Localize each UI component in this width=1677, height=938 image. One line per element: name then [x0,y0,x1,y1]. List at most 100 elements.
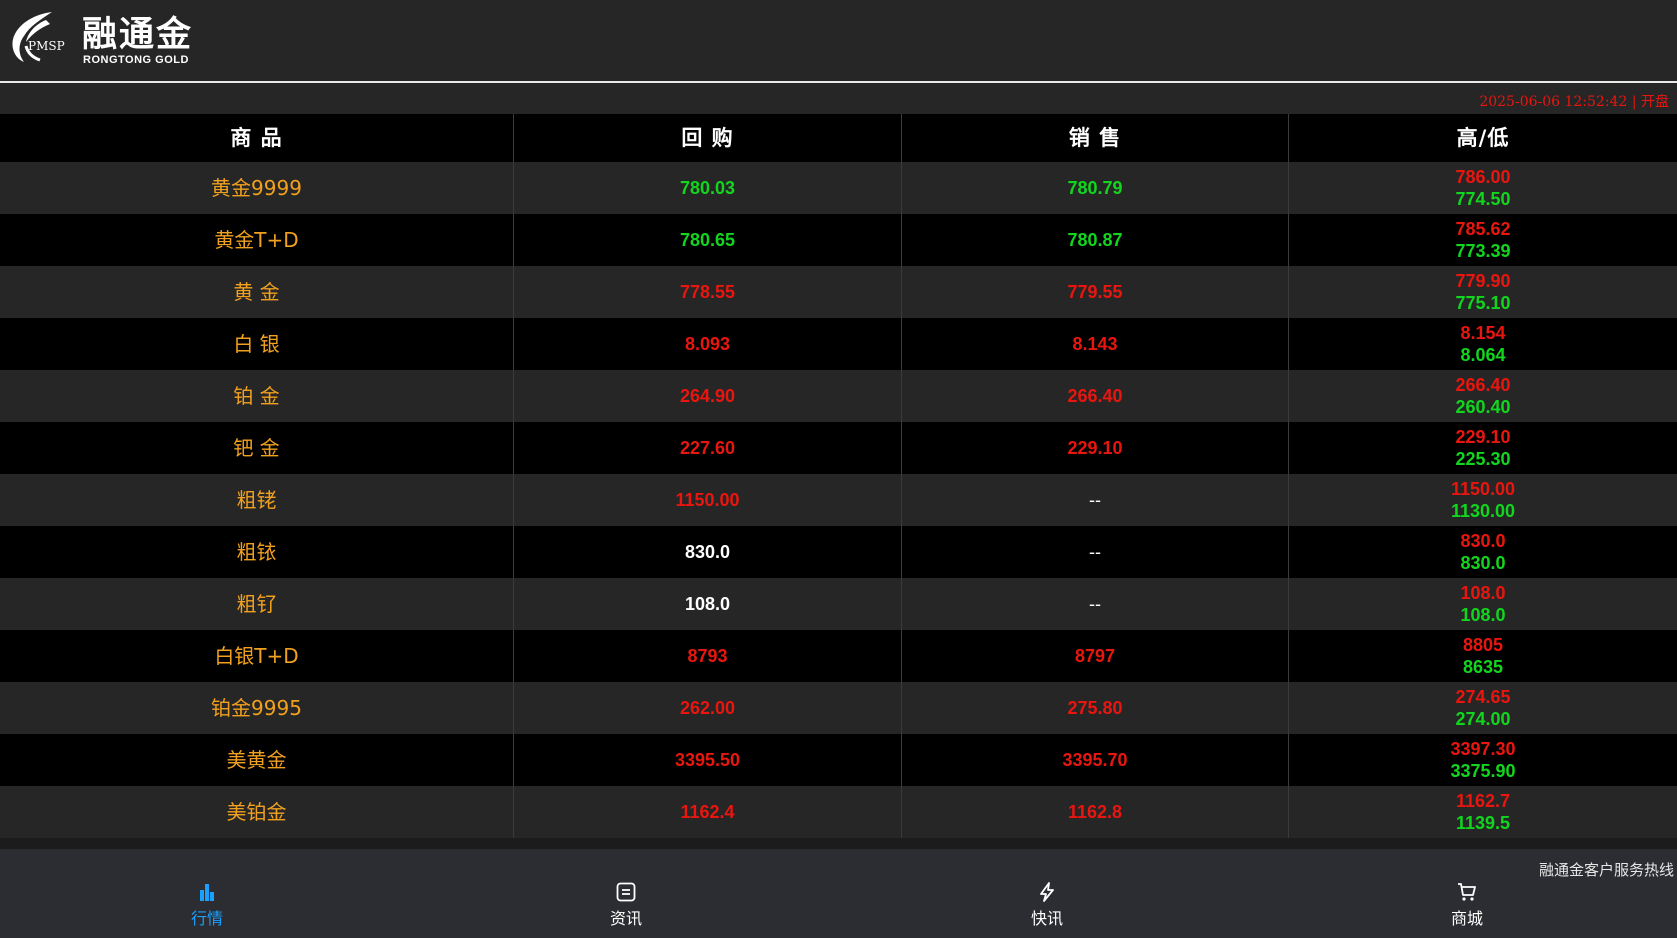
high-low-cell: 266.40 260.40 [1289,370,1677,422]
nav-tab-flash[interactable]: 快讯 [987,881,1107,929]
buyback-price: 262.00 [514,682,902,734]
nav-label-mall: 商城 [1450,909,1483,928]
table-row[interactable]: 美黄金 3395.50 3395.70 3397.30 3375.90 [0,734,1677,786]
sell-price: 779.55 [902,266,1289,318]
sell-price: -- [902,578,1289,630]
nav-tab-quotes[interactable]: 行情 [147,881,267,929]
status-bar: 2025-06-06 12:52:42 | 开盘 [0,83,1677,114]
high-low-cell: 785.62 773.39 [1289,214,1677,266]
high-price: 786.00 [1455,167,1511,187]
product-name: 粗铑 [0,474,514,526]
high-low-cell: 8.154 8.064 [1289,318,1677,370]
table-row[interactable]: 粗铑 1150.00 -- 1150.00 1130.00 [0,474,1677,526]
buyback-price: 778.55 [514,266,902,318]
bottom-nav-bar: 融通金客户服务热线 行情 资讯 快讯 商城 [0,849,1677,938]
sell-price: 1162.8 [902,786,1289,838]
sell-price: -- [902,474,1289,526]
dragon-logo-icon: PMSP [12,12,65,62]
table-row[interactable]: 黄金T+D 780.65 780.87 785.62 773.39 [0,214,1677,266]
buyback-price: 8793 [514,630,902,682]
column-header-buyback: 回 购 [514,114,902,162]
table-row[interactable]: 黄金9999 780.03 780.79 786.00 774.50 [0,162,1677,214]
low-price: 830.0 [1460,553,1506,573]
low-price: 274.00 [1455,709,1511,729]
buyback-price: 227.60 [514,422,902,474]
table-body[interactable]: 黄金9999 780.03 780.79 786.00 774.50 黄金T+D 780.6… [0,162,1677,897]
product-name: 铂 金 [0,370,514,422]
buyback-price: 830.0 [514,526,902,578]
high-low-cell: 830.0 830.0 [1289,526,1677,578]
product-name: 粗钌 [0,578,514,630]
low-price: 8.064 [1460,345,1506,365]
product-name: 钯 金 [0,422,514,474]
high-price: 108.0 [1460,583,1506,603]
column-header-high-low: 高/低 [1456,126,1510,150]
table-row[interactable]: 白银T+D 8793 8797 8805 8635 [0,630,1677,682]
low-price: 225.30 [1455,449,1511,469]
buyback-price: 780.65 [514,214,902,266]
low-price: 773.39 [1455,241,1511,261]
high-low-cell: 779.90 775.10 [1289,266,1677,318]
high-low-cell: 3397.30 3375.90 [1289,734,1677,786]
low-price: 260.40 [1455,397,1511,417]
column-header-sell: 销 售 [902,114,1289,162]
buyback-price: 1150.00 [514,474,902,526]
table-row[interactable]: 粗钌 108.0 -- 108.0 108.0 [0,578,1677,630]
low-price: 8635 [1462,657,1504,677]
logo-mark-text: PMSP [28,39,65,53]
table-row[interactable]: 黄 金 778.55 779.55 779.90 775.10 [0,266,1677,318]
high-price: 1150.00 [1450,479,1516,499]
table-row[interactable]: 美铂金 1162.4 1162.8 1162.7 1139.5 [0,786,1677,838]
table-row[interactable]: 白 银 8.093 8.143 8.154 8.064 [0,318,1677,370]
high-price: 8805 [1462,635,1504,655]
table-row[interactable]: 铂 金 264.90 266.40 266.40 260.40 [0,370,1677,422]
high-low-cell: 1162.7 1139.5 [1289,786,1677,838]
product-name: 美黄金 [0,734,514,786]
cart-icon [1458,883,1476,901]
product-name: 白 银 [0,318,514,370]
lightning-icon [1040,882,1054,902]
market-status-time: 2025-06-06 12:52:42 | 开盘 [1479,94,1669,110]
quote-table: 商 品 回 购 销 售 高/低 黄金9999 780.03 780.79 786.00… [0,114,1677,897]
high-low-cell: 274.65 274.00 [1289,682,1677,734]
table-row[interactable]: 粗铱 830.0 -- 830.0 830.0 [0,526,1677,578]
product-name: 黄 金 [0,266,514,318]
low-price: 108.0 [1460,605,1506,625]
product-name: 美铂金 [0,786,514,838]
brand-subtitle: RONGTONG GOLD [83,54,189,66]
sell-price: 8.143 [902,318,1289,370]
table-row[interactable]: 钯 金 227.60 229.10 229.10 225.30 [0,422,1677,474]
table-header: 商 品 回 购 销 售 高/低 [0,114,1677,162]
high-low-cell: 8805 8635 [1289,630,1677,682]
high-price: 3397.30 [1450,739,1516,759]
buyback-price: 8.093 [514,318,902,370]
hotline-marquee: 融通金客户服务热线 [1539,861,1675,879]
table-row[interactable]: 铂金9995 262.00 275.80 274.65 274.00 [0,682,1677,734]
brand-title: 融通金 [82,15,194,55]
sell-price: -- [902,526,1289,578]
column-header-product: 商 品 [0,114,514,162]
high-low-cell: 786.00 774.50 [1289,162,1677,214]
high-price: 779.90 [1455,271,1511,291]
nav-tab-news[interactable]: 资讯 [566,881,686,929]
high-low-cell: 229.10 225.30 [1289,422,1677,474]
sell-price: 3395.70 [902,734,1289,786]
low-price: 1130.00 [1450,501,1516,521]
low-price: 775.10 [1455,293,1511,313]
high-price: 8.154 [1460,323,1506,343]
sell-price: 229.10 [902,422,1289,474]
product-name: 白银T+D [0,630,514,682]
high-price: 266.40 [1455,375,1511,395]
nav-tab-mall[interactable]: 商城 [1407,881,1527,929]
buyback-price: 3395.50 [514,734,902,786]
high-price: 229.10 [1455,427,1511,447]
high-price: 274.65 [1455,687,1511,707]
product-name: 铂金9995 [0,682,514,734]
nav-label-quotes: 行情 [190,909,223,928]
sell-price: 266.40 [902,370,1289,422]
buyback-price: 108.0 [514,578,902,630]
low-price: 3375.90 [1450,761,1516,781]
high-low-cell: 1150.00 1130.00 [1289,474,1677,526]
buyback-price: 1162.4 [514,786,902,838]
high-price: 830.0 [1460,531,1506,551]
